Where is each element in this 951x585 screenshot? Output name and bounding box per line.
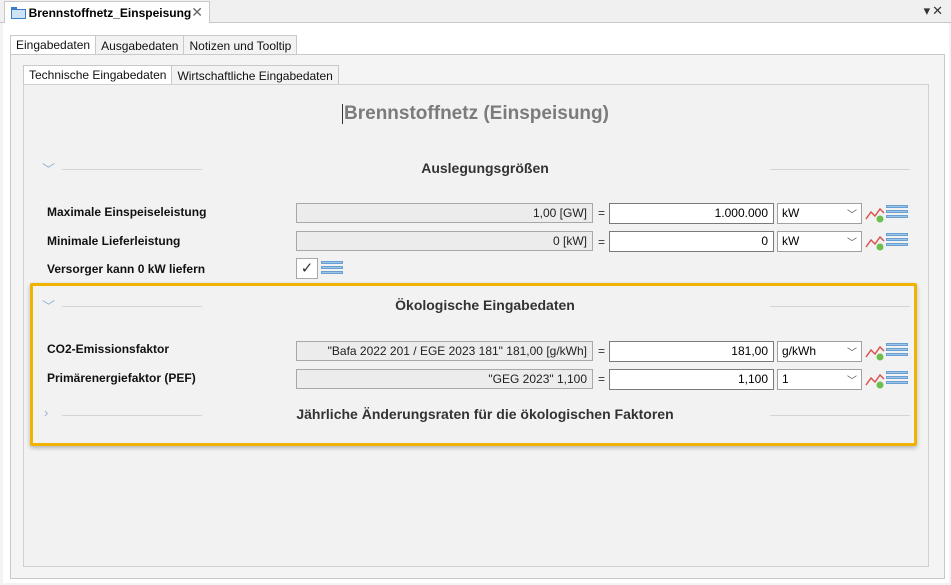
max-einspeise-unit-select[interactable]: kW ﹀	[777, 203, 862, 224]
inner-tab-row: Technische Eingabedaten Wirtschaftliche …	[23, 65, 339, 85]
divider-line	[770, 306, 910, 307]
chevron-down-icon: ﹀	[847, 238, 857, 249]
max-einspeise-readonly: 1,00 [GW]	[296, 203, 593, 223]
unit-value: kW	[782, 206, 800, 220]
chevron-down-icon[interactable]: ﹀	[42, 296, 55, 315]
outer-tab-row: Eingabedaten Ausgabedaten Notizen und To…	[10, 35, 298, 55]
tab-technische-eingabedaten[interactable]: Technische Eingabedaten	[23, 65, 173, 85]
section-title-oeko: Ökologische Eingabedaten	[395, 297, 575, 313]
equals-sign: =	[598, 344, 606, 358]
versorger-checkbox[interactable]: ✓	[296, 258, 318, 279]
editor-tabstrip: Brennstoffnetz_Einspeisung ✕ ▾✕	[0, 0, 951, 23]
chevron-down-icon: ﹀	[847, 210, 857, 221]
divider-line	[62, 415, 202, 416]
editor-tab-title: Brennstoffnetz_Einspeisung	[28, 5, 192, 20]
chart-add-icon[interactable]	[865, 205, 885, 223]
equals-sign: =	[598, 206, 606, 220]
folder-icon	[11, 6, 26, 19]
min-liefer-unit-select[interactable]: kW ﹀	[777, 231, 862, 252]
list-icon[interactable]	[886, 233, 908, 251]
view-menu-controls[interactable]: ▾✕	[924, 3, 945, 19]
close-icon[interactable]: ✕	[191, 4, 203, 21]
label-versorger: Versorger kann 0 kW liefern	[47, 262, 206, 276]
chart-add-icon[interactable]	[865, 343, 885, 361]
list-icon[interactable]	[886, 205, 908, 223]
section-title-auslegung: Auslegungsgrößen	[421, 160, 549, 176]
chart-add-icon[interactable]	[865, 371, 885, 389]
tab-eingabedaten[interactable]: Eingabedaten	[10, 35, 97, 55]
unit-value: kW	[782, 234, 800, 248]
equals-sign: =	[598, 372, 606, 386]
divider-line	[62, 169, 202, 170]
editor-tab[interactable]: Brennstoffnetz_Einspeisung ✕	[4, 1, 210, 23]
view-menu-icon[interactable]: ▾	[924, 3, 933, 18]
label-pef: Primärenergiefaktor (PEF)	[47, 371, 196, 385]
chevron-right-icon[interactable]: ›	[44, 405, 48, 420]
divider-line	[770, 415, 910, 416]
chevron-down-icon: ﹀	[847, 376, 857, 387]
min-liefer-input[interactable]: 0	[609, 231, 774, 252]
label-co2: CO2-Emissionsfaktor	[47, 342, 170, 356]
chevron-down-icon: ﹀	[847, 348, 857, 359]
label-min-liefer: Minimale Lieferleistung	[47, 234, 181, 248]
min-liefer-readonly: 0 [kW]	[296, 231, 593, 251]
pef-unit-select[interactable]: 1 ﹀	[777, 369, 862, 390]
list-icon[interactable]	[886, 343, 908, 361]
co2-readonly: "Bafa 2022 201 / EGE 2023 181" 181,00 [g…	[296, 341, 593, 361]
pef-readonly: "GEG 2023" 1,100	[296, 369, 593, 389]
section-auslegung[interactable]: ﹀ Auslegungsgrößen	[40, 160, 910, 180]
page-title: Brennstoffnetz (Einspeisung)	[0, 103, 951, 125]
max-einspeise-input[interactable]: 1.000.000	[609, 203, 774, 224]
section-oeko[interactable]: ﹀ Ökologische Eingabedaten	[40, 297, 910, 317]
tab-ausgabedaten[interactable]: Ausgabedaten	[95, 35, 185, 55]
divider-line	[770, 169, 910, 170]
pef-input[interactable]: 1,100	[609, 369, 774, 390]
section-aenderung[interactable]: › Jährliche Änderungsraten für die ökolo…	[40, 405, 910, 426]
tab-wirtschaftliche-eingabedaten[interactable]: Wirtschaftliche Eingabedaten	[171, 65, 339, 85]
label-max-einspeise: Maximale Einspeiseleistung	[47, 205, 207, 219]
section-title-aenderung: Jährliche Änderungsraten für die ökologi…	[296, 406, 674, 422]
close-view-icon[interactable]: ✕	[932, 3, 945, 18]
chart-add-icon[interactable]	[865, 233, 885, 251]
divider-line	[62, 306, 202, 307]
list-icon[interactable]	[321, 261, 343, 279]
tab-notizen[interactable]: Notizen und Tooltip	[183, 35, 298, 55]
page-title-text: Brennstoffnetz (Einspeisung)	[344, 103, 609, 124]
unit-value: g/kWh	[782, 344, 817, 358]
co2-unit-select[interactable]: g/kWh ﹀	[777, 341, 862, 362]
chevron-down-icon[interactable]: ﹀	[42, 159, 55, 178]
list-icon[interactable]	[886, 371, 908, 389]
unit-value: 1	[782, 372, 789, 386]
co2-input[interactable]: 181,00	[609, 341, 774, 362]
equals-sign: =	[598, 235, 606, 249]
